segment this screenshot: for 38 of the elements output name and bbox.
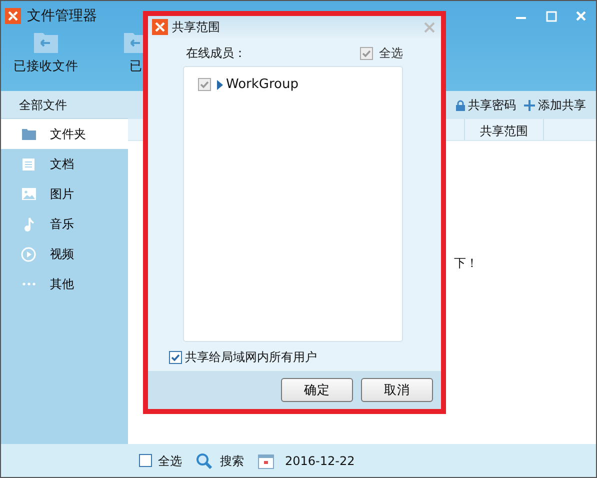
select-all-checkbox[interactable] xyxy=(139,454,152,467)
calendar-icon xyxy=(258,452,274,468)
sidebar-item[interactable]: 图片 xyxy=(1,179,128,209)
toolbar-button[interactable]: 已 xyxy=(130,57,142,76)
plus-icon xyxy=(524,100,535,110)
search-icon xyxy=(196,452,212,468)
sidebar-item[interactable]: 文档 xyxy=(1,149,128,179)
app-logo-icon xyxy=(5,8,21,24)
empty-message: 下！ xyxy=(454,254,478,272)
dialog-button[interactable]: 确定 xyxy=(281,378,353,402)
members-label: 在线成员： xyxy=(186,45,246,62)
toolbar-button[interactable]: 共享密码 xyxy=(456,96,516,114)
sidebar-item[interactable]: 其他 xyxy=(1,269,128,299)
sidebar-item[interactable]: 文件夹 xyxy=(1,119,128,149)
date-label: 2016-12-22 xyxy=(285,452,355,470)
sidebar-header: 全部文件 xyxy=(1,91,128,119)
sidebar-item[interactable]: 视频 xyxy=(1,239,128,269)
share-all-checkbox[interactable] xyxy=(169,350,182,364)
app-logo-icon xyxy=(152,19,168,35)
folder-icon xyxy=(21,128,36,140)
document-icon xyxy=(21,158,36,170)
sidebar-item[interactable]: 音乐 xyxy=(1,209,128,239)
checkbox-label: 共享给局域网内所有用户 xyxy=(185,349,317,366)
dialog-title: 共享范围 xyxy=(172,19,220,36)
close-icon[interactable] xyxy=(424,22,435,32)
dots-icon xyxy=(21,282,36,286)
search-link[interactable]: 搜索 xyxy=(220,452,244,470)
toolbar-button[interactable]: 已接收文件 xyxy=(14,57,78,76)
dialog-button[interactable]: 取消 xyxy=(361,378,433,402)
folder-arrow-icon xyxy=(34,31,58,53)
checkbox-label: 全选 xyxy=(158,452,182,470)
image-icon xyxy=(21,188,36,200)
window-title: 文件管理器 xyxy=(27,6,97,26)
column-header[interactable]: 共享范围 xyxy=(464,119,544,140)
checkbox-label: 全选 xyxy=(379,45,403,62)
play-icon xyxy=(21,246,36,262)
toolbar-button[interactable]: 添加共享 xyxy=(524,96,586,114)
lock-icon xyxy=(456,100,465,110)
